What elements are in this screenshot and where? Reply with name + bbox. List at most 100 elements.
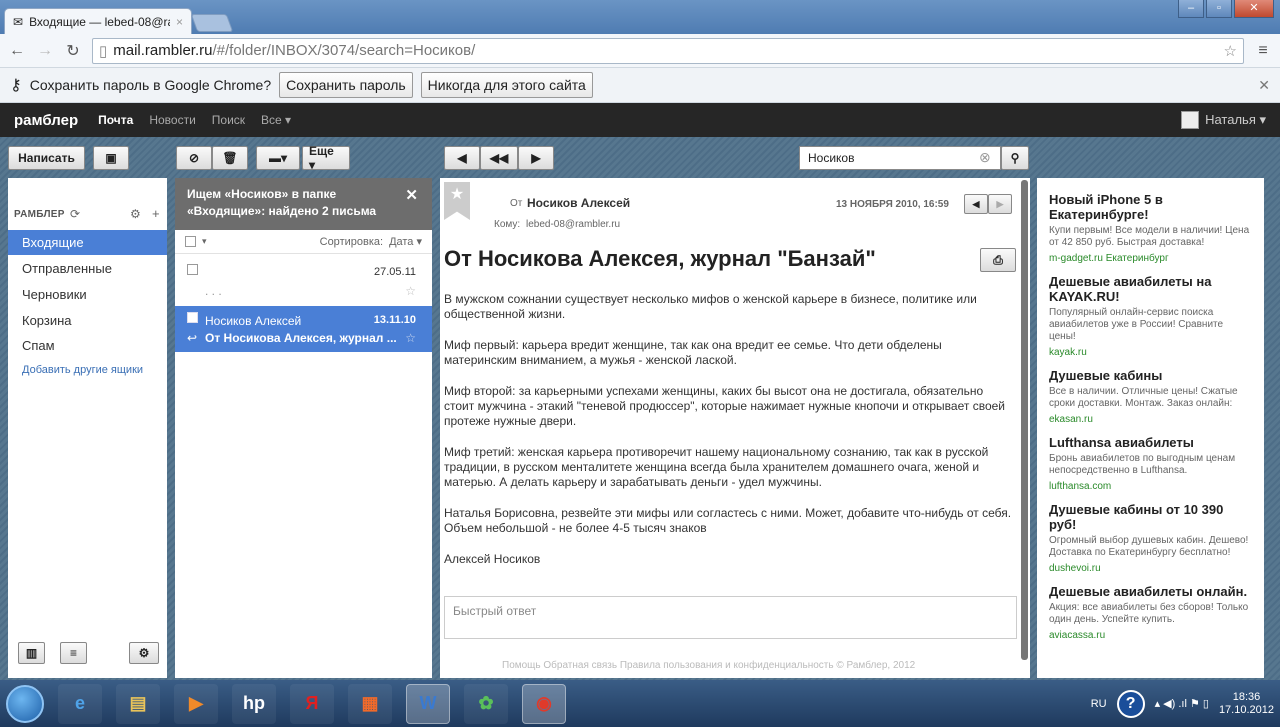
nav-search[interactable]: Поиск: [212, 113, 245, 127]
reply-all-button[interactable]: ◀◀: [480, 146, 518, 170]
clock[interactable]: 18:36 17.10.2012: [1219, 691, 1274, 717]
close-window-button[interactable]: ✕: [1234, 0, 1274, 18]
delete-button[interactable]: 🗑: [212, 146, 248, 170]
ad-block[interactable]: Душевые кабины от 10 390 руб! Огромный вы…: [1049, 502, 1252, 574]
ad-block[interactable]: Дешевые авиабилеты на KAYAK.RU! Популярны…: [1049, 274, 1252, 358]
save-password-button[interactable]: Сохранить пароль: [279, 72, 413, 98]
ad-title[interactable]: Дешевые авиабилеты на KAYAK.RU!: [1049, 274, 1252, 304]
select-dropdown-icon[interactable]: ▾: [202, 236, 207, 247]
start-button[interactable]: [6, 684, 44, 723]
ad-title[interactable]: Lufthansa авиабилеты: [1049, 435, 1252, 450]
ad-link[interactable]: kayak.ru: [1049, 347, 1252, 358]
ad-link[interactable]: m-gadget.ru Екатеринбург: [1049, 253, 1252, 264]
prev-message-button[interactable]: ◀: [964, 194, 988, 214]
select-all-checkbox[interactable]: [185, 236, 196, 247]
close-search-icon[interactable]: ✕: [405, 187, 418, 204]
ad-title[interactable]: Новый iPhone 5 в Екатеринбурге!: [1049, 192, 1252, 222]
sender-name[interactable]: Носиков Алексей: [527, 196, 630, 210]
replied-icon: ↩: [187, 331, 198, 345]
language-indicator[interactable]: RU: [1091, 698, 1107, 710]
quick-reply-input[interactable]: Быстрый ответ: [444, 596, 1017, 639]
message-row-selected[interactable]: Носиков Алексей 13.11.10 ↩ От Носикова А…: [175, 306, 432, 352]
ad-link[interactable]: aviacassa.ru: [1049, 630, 1252, 641]
back-icon[interactable]: ←: [8, 42, 26, 60]
forward-button[interactable]: ▶: [518, 146, 554, 170]
word-icon[interactable]: W: [406, 683, 450, 724]
reload-icon[interactable]: ↻: [64, 41, 82, 61]
messenger-icon[interactable]: ✿: [464, 683, 508, 724]
star-icon[interactable]: ☆: [405, 331, 416, 345]
tray-icons[interactable]: ▴ ◀) .ıl ⚑ ▯: [1155, 697, 1209, 710]
folder-trash[interactable]: Корзина: [8, 308, 167, 333]
yandex-icon[interactable]: Я: [290, 683, 334, 724]
add-mailboxes-link[interactable]: Добавить другие ящики: [22, 364, 143, 376]
hp-icon[interactable]: hp: [232, 683, 276, 724]
message-checkbox[interactable]: [187, 312, 198, 323]
avatar: [1181, 111, 1200, 129]
nav-all[interactable]: Все ▾: [261, 113, 291, 127]
new-tab-button[interactable]: [190, 14, 234, 32]
settings-button[interactable]: ⚙: [129, 642, 159, 664]
more-button[interactable]: Еще ▾: [302, 144, 350, 172]
search-button[interactable]: ⚲: [1001, 146, 1029, 170]
search-input[interactable]: Носиков: [799, 146, 1001, 170]
ad-title[interactable]: Дешевые авиабилеты онлайн.: [1049, 584, 1252, 599]
add-icon[interactable]: +: [152, 206, 160, 221]
view-columns-button[interactable]: ▥: [18, 642, 45, 664]
reply-icon: ◀: [457, 151, 467, 165]
minimize-button[interactable]: –: [1178, 0, 1204, 18]
view-list-button[interactable]: ≡: [60, 642, 87, 664]
ad-block[interactable]: Дешевые авиабилеты онлайн. Акция: все ави…: [1049, 584, 1252, 641]
refresh-icon[interactable]: ⟳: [70, 207, 80, 221]
message-row[interactable]: 27.05.11 . . . ☆: [175, 258, 432, 304]
folder-spam[interactable]: Спам: [8, 333, 167, 358]
clear-search-icon[interactable]: ⊗: [979, 149, 991, 166]
chrome-icon[interactable]: ◉: [522, 683, 566, 724]
folder-drafts[interactable]: Черновики: [8, 282, 167, 307]
folder-inbox[interactable]: Входящие: [8, 230, 167, 255]
ad-link[interactable]: lufthansa.com: [1049, 481, 1252, 492]
compose-button[interactable]: Написать: [8, 146, 85, 170]
close-tab-icon[interactable]: ×: [176, 15, 183, 29]
maximize-button[interactable]: ▫: [1206, 0, 1232, 18]
ad-title[interactable]: Душевые кабины от 10 390 руб!: [1049, 502, 1252, 532]
folder-sent[interactable]: Отправленные: [8, 256, 167, 281]
rambler-logo[interactable]: рамблер: [14, 112, 78, 129]
scrollbar[interactable]: [1021, 180, 1028, 660]
star-icon[interactable]: ☆: [1224, 42, 1237, 60]
explorer-icon[interactable]: ▤: [116, 683, 160, 724]
ad-title[interactable]: Душевые кабины: [1049, 368, 1252, 383]
message-checkbox[interactable]: [187, 264, 198, 275]
nav-news[interactable]: Новости: [149, 113, 195, 127]
clock-time: 18:36: [1232, 690, 1261, 703]
reply-button[interactable]: ◀: [444, 146, 480, 170]
ad-link[interactable]: ekasan.ru: [1049, 414, 1252, 425]
footer-links[interactable]: Помощь Обратная связь Правила пользовани…: [502, 660, 915, 671]
ad-block[interactable]: Lufthansa авиабилеты Бронь авиабилетов по…: [1049, 435, 1252, 492]
next-message-button[interactable]: ▶: [988, 194, 1012, 214]
gear-icon[interactable]: ⚙: [130, 207, 141, 221]
spam-button[interactable]: ⊘: [176, 146, 212, 170]
flag-star-icon[interactable]: ★: [444, 182, 470, 220]
move-button[interactable]: ▬▾: [256, 146, 300, 170]
never-save-button[interactable]: Никогда для этого сайта: [420, 72, 593, 98]
menu-icon[interactable]: ≡: [1254, 42, 1272, 60]
sort-dropdown[interactable]: Дата ▾: [389, 235, 422, 248]
browser-tab[interactable]: ✉ Входящие — lebed-08@ra ×: [4, 8, 192, 35]
star-icon[interactable]: ☆: [405, 284, 416, 298]
close-infobar-icon[interactable]: ✕: [1258, 77, 1270, 94]
ie-icon[interactable]: e: [58, 683, 102, 724]
contacts-button[interactable]: ▣: [93, 146, 129, 170]
forward-icon[interactable]: →: [36, 42, 54, 60]
address-bar[interactable]: ▯ mail.rambler.ru/#/folder/INBOX/3074/se…: [92, 37, 1244, 64]
media-player-icon[interactable]: ▶: [174, 683, 218, 724]
ad-block[interactable]: Душевые кабины Все в наличии. Отличные це…: [1049, 368, 1252, 425]
ad-link[interactable]: dushevoi.ru: [1049, 563, 1252, 574]
print-button[interactable]: ⎙: [980, 248, 1016, 272]
user-menu[interactable]: Наталья ▾: [1181, 111, 1266, 129]
nav-mail[interactable]: Почта: [98, 113, 133, 127]
ad-block[interactable]: Новый iPhone 5 в Екатеринбурге! Купи перв…: [1049, 192, 1252, 264]
app-icon[interactable]: ▦: [348, 683, 392, 724]
help-icon[interactable]: ?: [1116, 689, 1145, 718]
body-paragraph: Миф второй: за карьерными успехами женщи…: [444, 384, 1005, 428]
